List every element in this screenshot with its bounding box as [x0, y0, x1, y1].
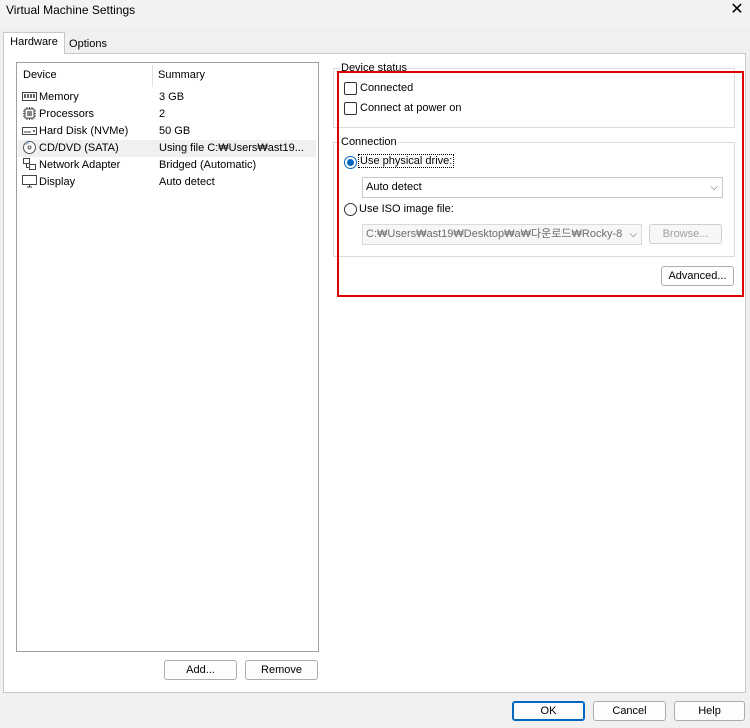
device-row-cd-dvd[interactable]: CD/DVD (SATA) Using file C:₩Users₩ast19.…	[18, 140, 316, 157]
column-divider[interactable]	[152, 65, 153, 87]
device-summary: Using file C:₩Users₩ast19...	[159, 142, 304, 154]
device-name: Memory	[39, 91, 79, 103]
iso-image-path-combo[interactable]: C:₩Users₩ast19₩Desktop₩a₩다운로드₩Rocky-8 ⌵	[362, 224, 642, 245]
iso-image-path-value: C:₩Users₩ast19₩Desktop₩a₩다운로드₩Rocky-8	[366, 228, 623, 240]
device-summary: Bridged (Automatic)	[159, 159, 257, 171]
use-physical-drive-label[interactable]: Use physical drive:	[358, 154, 455, 168]
advanced-button[interactable]: Advanced...	[661, 266, 734, 286]
physical-drive-dropdown[interactable]: Auto detect ⌵	[362, 177, 723, 198]
hard-disk-icon	[22, 127, 37, 135]
browse-button[interactable]: Browse...	[649, 224, 722, 244]
device-row-display[interactable]: Display Auto detect	[18, 174, 316, 191]
use-physical-drive-text: Use physical drive:	[358, 154, 455, 168]
connect-at-power-on-label[interactable]: Connect at power on	[360, 102, 462, 114]
network-adapter-icon	[23, 158, 36, 170]
device-summary: Auto detect	[159, 176, 215, 188]
chevron-down-icon: ⌵	[627, 225, 637, 244]
use-iso-image-label[interactable]: Use ISO image file:	[359, 203, 454, 215]
device-name: Hard Disk (NVMe)	[39, 125, 129, 137]
tab-hardware[interactable]: Hardware	[3, 32, 65, 54]
device-name: Display	[39, 176, 76, 188]
use-physical-drive-radio[interactable]	[344, 156, 357, 169]
device-name: Processors	[39, 108, 95, 120]
memory-icon	[22, 92, 37, 101]
connected-checkbox[interactable]	[344, 82, 357, 95]
connection-label: Connection	[340, 136, 398, 148]
connected-label[interactable]: Connected	[360, 82, 413, 94]
chevron-down-icon: ⌵	[710, 182, 718, 193]
help-button[interactable]: Help	[674, 701, 745, 721]
device-row-hard-disk[interactable]: Hard Disk (NVMe) 50 GB	[18, 123, 316, 140]
connect-at-power-on-checkbox[interactable]	[344, 102, 357, 115]
device-status-group	[333, 68, 735, 128]
display-icon	[22, 175, 37, 188]
device-row-processors[interactable]: Processors 2	[18, 106, 316, 123]
remove-button[interactable]: Remove	[245, 660, 318, 680]
device-row-network-adapter[interactable]: Network Adapter Bridged (Automatic)	[18, 157, 316, 174]
device-name: CD/DVD (SATA)	[39, 142, 119, 154]
device-name: Network Adapter	[39, 159, 121, 171]
tab-options[interactable]: Options	[65, 35, 111, 55]
ok-button[interactable]: OK	[512, 701, 585, 721]
device-summary: 2	[159, 108, 166, 120]
device-summary: 50 GB	[159, 125, 191, 137]
window-title: Virtual Machine Settings	[6, 3, 136, 17]
device-status-label: Device status	[340, 62, 409, 74]
device-summary: 3 GB	[159, 91, 185, 103]
cd-dvd-icon	[23, 141, 36, 154]
column-header-summary[interactable]: Summary	[158, 69, 205, 81]
column-header-device[interactable]: Device	[23, 69, 57, 81]
cancel-button[interactable]: Cancel	[593, 701, 666, 721]
close-icon[interactable]: ✕	[727, 1, 747, 21]
use-iso-image-radio[interactable]	[344, 203, 357, 216]
processor-icon	[23, 107, 36, 120]
add-button[interactable]: Add...	[164, 660, 237, 680]
physical-drive-value: Auto detect	[366, 181, 422, 193]
device-row-memory[interactable]: Memory 3 GB	[18, 89, 316, 106]
